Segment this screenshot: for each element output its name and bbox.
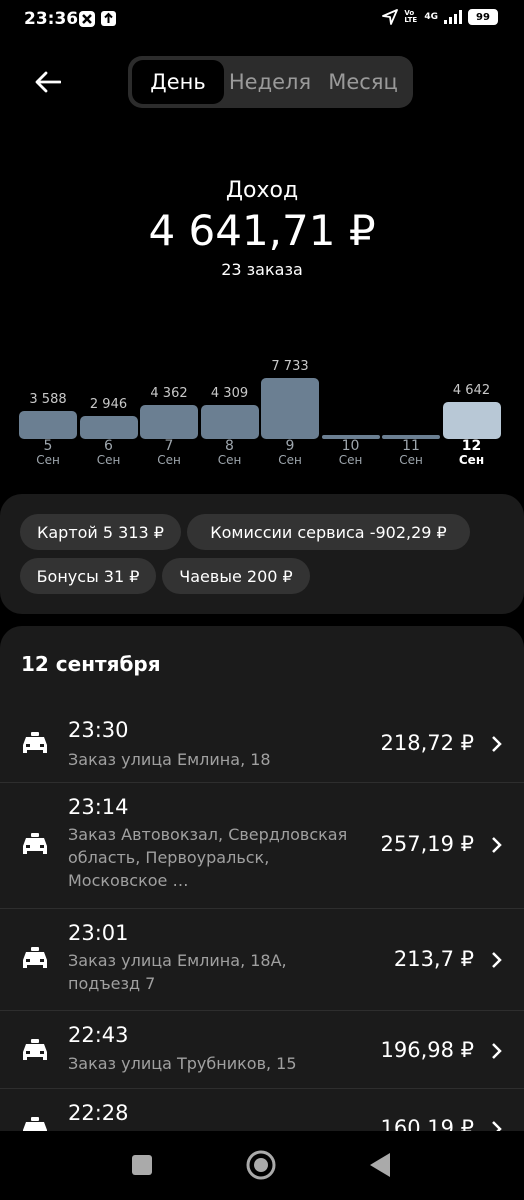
chip-tips[interactable]: Чаевые 200 ₽ [162, 558, 310, 594]
taxi-car-icon [23, 947, 47, 968]
chart-month-label: Сен [36, 453, 60, 467]
chart-day-label: 6 [104, 438, 113, 454]
chart-month-label: Сен [96, 453, 121, 467]
chart-month-label: Сен [157, 453, 181, 467]
chevron-right-icon [492, 736, 502, 752]
order-price: 160,19 ₽ [380, 1116, 474, 1131]
payment-breakdown-panel: Картой 5 313 ₽ Комиссии сервиса -902,29 … [0, 494, 524, 614]
taxi-car-icon [23, 833, 47, 854]
taxi-car-icon [23, 732, 47, 753]
order-row[interactable]: 23:30 Заказ улица Емлина, 18 218,72 ₽ [0, 706, 524, 783]
order-row[interactable]: 22:43 Заказ улица Трубников, 15 196,98 ₽ [0, 1011, 524, 1089]
chart-value-label: 4 642 [452, 383, 491, 399]
chart-day-label: 10 [341, 438, 360, 454]
order-address: Заказ улица Емлина, 18 [68, 750, 271, 769]
chart-bar[interactable] [140, 404, 199, 439]
chip-card[interactable]: Картой 5 313 ₽ [20, 514, 181, 550]
location-icon [382, 9, 399, 25]
chevron-right-icon [492, 837, 502, 853]
chart-day-label: 8 [225, 438, 234, 454]
arrow-left-icon [35, 71, 61, 93]
order-row[interactable]: 23:01 Заказ улица Емлина, 18А, подъезд 7… [0, 909, 524, 1011]
taxi-car-icon [23, 1039, 47, 1060]
orders-list-panel: 12 сентября 23:30 Заказ улица Емлина, 18… [0, 626, 524, 1131]
order-price: 218,72 ₽ [380, 731, 474, 755]
chart-month-label: Сен [217, 453, 242, 467]
order-time: 23:01 [68, 921, 129, 945]
chart-month-label: Сен [458, 453, 485, 467]
chart-bar[interactable] [19, 410, 78, 439]
chart-value-label: 4 309 [210, 386, 249, 401]
chart-value-label: 7 733 [271, 359, 309, 374]
chart-value-label: 4 362 [150, 385, 188, 401]
chevron-right-icon [492, 952, 502, 968]
tab-day[interactable]: День [132, 60, 224, 104]
chart-day-label: 9 [285, 438, 295, 454]
income-value: 4 641,71 ₽ [148, 206, 376, 255]
chip-bonus[interactable]: Бонусы 31 ₽ [20, 558, 156, 594]
tab-month[interactable]: Месяц [318, 60, 408, 104]
chart-bar[interactable] [200, 405, 259, 439]
order-address: Заказ Автовокзал, Свердловская область, … [68, 825, 348, 890]
chip-commission[interactable]: Комиссии сервиса -902,29 ₽ [187, 514, 470, 550]
chart-value-label: 2 946 [89, 396, 128, 412]
orders-date-title: 12 сентября [21, 652, 161, 676]
recents-icon[interactable] [130, 1153, 154, 1177]
chevron-right-icon [492, 1121, 502, 1131]
chevron-right-icon [492, 1043, 502, 1059]
chart-day-label: 7 [164, 438, 174, 454]
system-nav-bar [0, 1131, 524, 1200]
order-price: 196,98 ₽ [380, 1038, 474, 1062]
volte-indicator: Vo LTE [404, 9, 418, 24]
chart-month-label: Сен [399, 453, 423, 467]
back-nav-icon[interactable] [368, 1151, 392, 1179]
daily-income-chart: 3 588 5 Сен 2 946 6 Сен 4 362 7 Сен 4 309 8 Сен 7 73… [18, 340, 508, 475]
period-switcher: День Неделя Месяц [128, 56, 413, 108]
upload-notification-icon [101, 11, 116, 26]
network-type: 4G [424, 11, 438, 22]
order-time: 23:30 [68, 718, 129, 742]
order-row[interactable]: 23:14 Заказ Автовокзал, Свердловская обл… [0, 783, 524, 909]
home-icon[interactable] [245, 1149, 277, 1181]
tab-week[interactable]: Неделя [226, 60, 314, 104]
chart-bar[interactable] [442, 402, 501, 439]
order-address: Заказ улица Емлина, 18А, подъезд 7 [68, 951, 287, 993]
chart-day-label: 12 [461, 438, 482, 454]
status-bar: 23:36 Vo LTE 4G 99 [0, 0, 524, 38]
chart-value-label: 3 588 [29, 391, 67, 407]
chart-day-label: 11 [402, 438, 420, 454]
order-address: Заказ улица Трубников, 15 [68, 1054, 297, 1073]
income-orders-count: 23 заказа [221, 260, 303, 279]
chart-bar[interactable] [79, 415, 138, 439]
taxi-car-icon [23, 1117, 47, 1131]
chart-month-label: Сен [338, 453, 363, 467]
order-price: 213,7 ₽ [393, 947, 474, 971]
chart-bar[interactable] [261, 378, 320, 439]
notification-app-icon [79, 11, 95, 27]
order-time: 22:28 [68, 1101, 129, 1125]
income-label: Доход [225, 178, 299, 203]
battery-indicator: 99 [468, 9, 498, 25]
back-button[interactable] [28, 62, 68, 102]
order-time: 22:43 [68, 1023, 129, 1047]
order-row[interactable]: 22:28 160,19 ₽ [0, 1089, 524, 1131]
order-time: 23:14 [68, 795, 129, 819]
signal-icon [444, 10, 462, 24]
status-time: 23:36 [24, 9, 79, 29]
chart-month-label: Сен [278, 453, 302, 467]
order-price: 257,19 ₽ [380, 832, 474, 856]
chart-day-label: 5 [43, 438, 53, 454]
status-indicators: Vo LTE 4G 99 [382, 9, 498, 25]
